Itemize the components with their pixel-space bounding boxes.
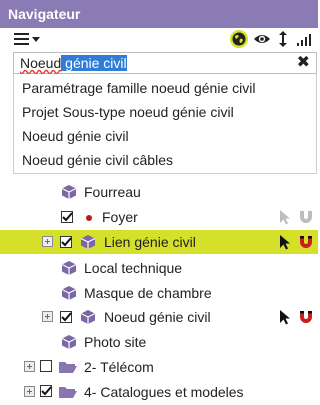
cube-icon: [61, 285, 77, 306]
tree-label: Local technique: [84, 260, 183, 276]
cube-icon: [61, 334, 77, 355]
globe-icon[interactable]: [230, 30, 248, 48]
tree-row-photo-site[interactable]: Photo site: [0, 330, 318, 354]
tree-row-foyer[interactable]: Foyer: [0, 205, 318, 229]
close-icon[interactable]: ✖: [297, 54, 310, 72]
tree-row-noeud-genie-civil[interactable]: Noeud génie civil: [0, 305, 318, 329]
tree-row-telecom[interactable]: 2- Télécom: [0, 355, 318, 379]
checkbox[interactable]: [40, 360, 52, 372]
tree-row-lien-genie-civil[interactable]: Lien génie civil: [0, 230, 318, 254]
suggestion-item[interactable]: Noeud génie civil: [22, 128, 129, 144]
cube-icon: [80, 234, 96, 255]
autocomplete-dropdown: Paramétrage famille noeud génie civil Pr…: [13, 74, 317, 174]
cube-icon: [80, 309, 96, 330]
tree-label: Noeud génie civil: [104, 309, 211, 325]
menu-icon[interactable]: [14, 31, 44, 47]
tree-label: 4- Catalogues et modeles: [84, 384, 244, 400]
expand-icon[interactable]: [24, 386, 35, 397]
pointer-icon[interactable]: [279, 309, 291, 330]
suggestion-item[interactable]: Paramétrage famille noeud génie civil: [22, 80, 255, 96]
vertical-resize-icon[interactable]: [278, 30, 288, 48]
tree-label: Lien génie civil: [104, 234, 196, 250]
search-selected-text: génie civil: [61, 55, 127, 71]
expand-icon[interactable]: [42, 236, 53, 247]
cube-icon: [61, 260, 77, 281]
tree-label: Foyer: [102, 209, 138, 225]
checkbox[interactable]: [60, 236, 72, 248]
magnet-icon[interactable]: [298, 234, 314, 255]
tree-row-local-technique[interactable]: Local technique: [0, 256, 318, 280]
expand-icon[interactable]: [24, 361, 35, 372]
status-dot-icon: [86, 215, 92, 221]
checkbox[interactable]: [61, 211, 73, 223]
toolbar: [0, 28, 318, 50]
cube-icon: [61, 184, 77, 205]
tree-label: 2- Télécom: [84, 359, 154, 375]
tree-label: Photo site: [84, 334, 147, 350]
pointer-icon[interactable]: [279, 209, 291, 230]
tree-label: Masque de chambre: [84, 285, 212, 301]
checkbox[interactable]: [40, 385, 52, 397]
tree-row-fourreau[interactable]: Fourreau: [0, 180, 318, 204]
eye-icon[interactable]: [253, 31, 271, 47]
folder-open-icon: [58, 359, 78, 380]
magnet-icon[interactable]: [298, 209, 314, 230]
search-input[interactable]: Noeud génie civil ✖: [13, 52, 317, 74]
suggestion-item[interactable]: Noeud génie civil câbles: [22, 152, 173, 168]
suggestion-item[interactable]: Projet Sous-type noeud génie civil: [22, 104, 234, 120]
signal-icon[interactable]: [296, 32, 312, 46]
tree-row-catalogues[interactable]: 4- Catalogues et modeles: [0, 380, 318, 404]
window-title: Navigateur: [0, 0, 318, 28]
tree-row-masque-de-chambre[interactable]: Masque de chambre: [0, 281, 318, 305]
tree-label: Fourreau: [84, 184, 141, 200]
search-typed-text: Noeud: [20, 55, 62, 71]
pointer-icon[interactable]: [279, 234, 291, 255]
expand-icon[interactable]: [42, 311, 53, 322]
magnet-icon[interactable]: [298, 309, 314, 330]
checkbox[interactable]: [60, 311, 72, 323]
